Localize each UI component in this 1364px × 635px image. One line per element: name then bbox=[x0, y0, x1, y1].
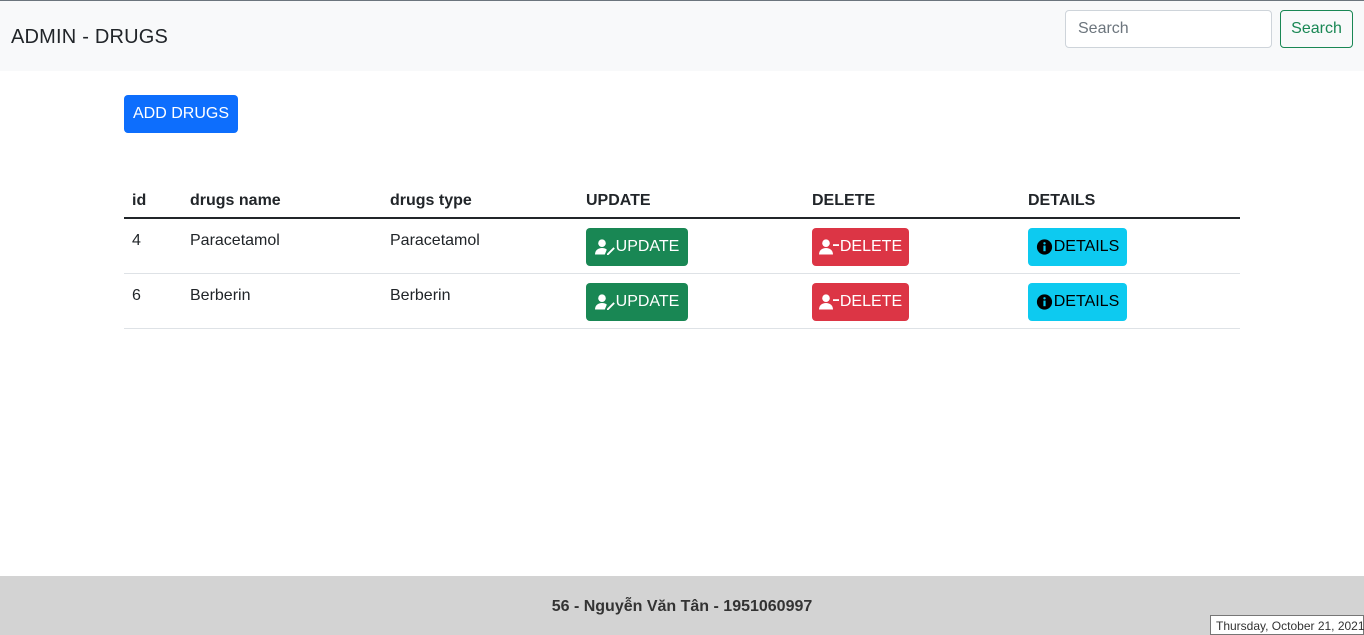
update-button[interactable]: UPDATE bbox=[586, 283, 688, 321]
footer: 56 - Nguyễn Văn Tân - 1951060997 bbox=[0, 576, 1364, 635]
search-input[interactable] bbox=[1065, 10, 1272, 48]
update-label: UPDATE bbox=[615, 238, 680, 255]
add-drugs-button[interactable]: ADD DRUGS bbox=[124, 95, 238, 133]
user-pen-icon bbox=[594, 239, 615, 255]
column-header-delete: DELETE bbox=[812, 192, 876, 209]
cell-drugs-type: Paracetamol bbox=[390, 232, 480, 249]
cell-drugs-type: Berberin bbox=[390, 287, 451, 304]
drugs-table: id drugs name drugs type UPDATE DELETE D… bbox=[124, 180, 1240, 329]
user-pen-icon bbox=[594, 294, 615, 310]
date-widget: Thursday, October 21, 2021 bbox=[1210, 615, 1364, 635]
delete-button[interactable]: DELETE bbox=[812, 228, 909, 266]
navbar: ADMIN - DRUGS Search bbox=[0, 0, 1364, 71]
delete-label: DELETE bbox=[839, 238, 903, 255]
update-button[interactable]: UPDATE bbox=[586, 228, 688, 266]
info-circle-icon bbox=[1036, 294, 1052, 310]
cell-id: 6 bbox=[132, 287, 141, 304]
footer-text: 56 - Nguyễn Văn Tân - 1951060997 bbox=[551, 598, 813, 615]
page-title: ADMIN - DRUGS bbox=[11, 26, 169, 48]
column-header-details: DETAILS bbox=[1028, 192, 1096, 209]
search-button[interactable]: Search bbox=[1280, 10, 1353, 48]
details-label: DETAILS bbox=[1053, 293, 1120, 310]
details-button[interactable]: DETAILS bbox=[1028, 283, 1127, 321]
delete-label: DELETE bbox=[839, 293, 903, 310]
column-header-id: id bbox=[132, 192, 147, 209]
column-header-drugs-type: drugs type bbox=[390, 192, 472, 209]
table-row: 4 Paracetamol Paracetamol UPDATE DELETE … bbox=[124, 219, 1240, 274]
delete-button[interactable]: DELETE bbox=[812, 283, 909, 321]
details-label: DETAILS bbox=[1053, 238, 1120, 255]
user-minus-icon bbox=[818, 294, 839, 310]
cell-drugs-name: Paracetamol bbox=[190, 232, 280, 249]
update-label: UPDATE bbox=[615, 293, 680, 310]
table-header: id drugs name drugs type UPDATE DELETE D… bbox=[124, 180, 1240, 219]
info-circle-icon bbox=[1036, 239, 1052, 255]
details-button[interactable]: DETAILS bbox=[1028, 228, 1127, 266]
user-minus-icon bbox=[818, 239, 839, 255]
column-header-drugs-name: drugs name bbox=[190, 192, 281, 209]
table-row: 6 Berberin Berberin UPDATE DELETE DETAIL… bbox=[124, 274, 1240, 329]
cell-id: 4 bbox=[132, 232, 141, 249]
cell-drugs-name: Berberin bbox=[190, 287, 251, 304]
column-header-update: UPDATE bbox=[586, 192, 651, 209]
